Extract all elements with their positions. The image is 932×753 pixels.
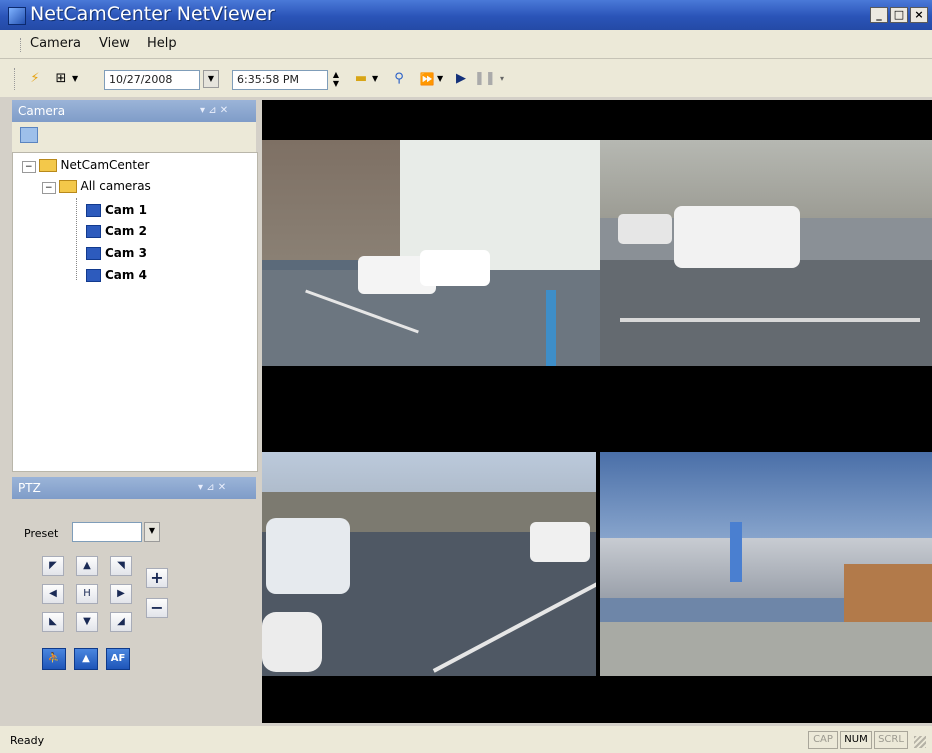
camera-panel-pin-icon[interactable]: ▾ ⊿ ✕ — [200, 105, 228, 116]
camera-panel-title: Camera — [18, 104, 66, 118]
pan-down-button[interactable]: ▼ — [76, 612, 98, 632]
time-field[interactable]: 6:35:58 PM — [232, 70, 328, 90]
date-dropdown-icon[interactable]: ▼ — [203, 70, 219, 88]
pause-icon[interactable]: ❚❚ — [474, 70, 496, 88]
calendar-icon[interactable]: ▬ — [352, 70, 370, 88]
tree-camera-item[interactable]: Cam 2 — [86, 224, 147, 238]
date-field[interactable]: 10/27/2008 — [104, 70, 200, 90]
camera-icon — [86, 269, 101, 282]
folder-icon — [38, 159, 57, 172]
layout-dropdown-icon[interactable]: ▼ — [72, 74, 78, 83]
rooftop-image — [600, 622, 932, 676]
menu-camera[interactable]: Camera — [30, 36, 81, 51]
window-title: NetCamCenter NetViewer — [30, 3, 275, 25]
zoom-in-button[interactable]: + — [146, 568, 168, 588]
maximize-button[interactable]: □ — [890, 7, 908, 23]
tree-root-item[interactable]: − NetCamCenter — [22, 158, 150, 173]
menu-grip — [20, 38, 23, 52]
minimize-button[interactable]: _ — [870, 7, 888, 23]
folder-icon — [58, 180, 77, 193]
speed-dropdown-icon[interactable]: ▼ — [437, 74, 443, 83]
zoom-icon[interactable]: ⚲ — [390, 70, 408, 88]
tree-camera-item[interactable]: Cam 1 — [86, 203, 147, 217]
lightning-icon[interactable]: ⚡ — [26, 70, 44, 88]
toolbar-overflow-icon[interactable]: ▾ — [500, 74, 504, 83]
tree-group-label: All cameras — [80, 179, 151, 193]
pan-right-button[interactable]: ▶ — [110, 584, 132, 604]
white-car-image — [530, 522, 590, 562]
tree-camera-item[interactable]: Cam 3 — [86, 246, 147, 260]
camera-panel-toolbar — [12, 122, 256, 152]
time-spinner-icon[interactable]: ▲ ▼ — [329, 70, 343, 90]
camera-view-1[interactable] — [262, 140, 600, 366]
menu-help[interactable]: Help — [147, 36, 177, 51]
pan-up-right-button[interactable]: ◥ — [110, 556, 132, 576]
menu-bar — [0, 30, 932, 59]
white-car-image — [618, 214, 672, 244]
toolbar-grip — [14, 68, 17, 90]
fast-forward-icon[interactable]: ⏩ — [418, 70, 436, 88]
ptz-panel-title: PTZ — [18, 481, 41, 495]
tower-image — [730, 522, 742, 582]
mountain-icon: ▲ — [82, 653, 90, 664]
camera-view-3[interactable] — [262, 452, 596, 676]
camera-icon — [86, 225, 101, 238]
layout-grid-icon[interactable]: ⊞ — [52, 70, 70, 88]
focus-far-button[interactable]: ▲ — [74, 648, 98, 670]
brick-building-image — [844, 564, 932, 624]
camera-icon — [86, 247, 101, 260]
road-image — [600, 260, 932, 366]
camera-view-4[interactable] — [600, 452, 932, 676]
camera-view-2[interactable] — [600, 140, 932, 366]
focus-near-button[interactable]: ⛹ — [42, 648, 66, 670]
status-text: Ready — [10, 734, 45, 747]
scrl-indicator: SCRL — [874, 731, 908, 749]
calendar-dropdown-icon[interactable]: ▼ — [372, 74, 378, 83]
num-indicator: NUM — [840, 731, 872, 749]
close-button[interactable]: × — [910, 7, 928, 23]
pan-left-button[interactable]: ◀ — [42, 584, 64, 604]
preset-dropdown-icon[interactable]: ▼ — [144, 522, 160, 542]
white-car-image — [262, 612, 322, 672]
autofocus-button[interactable]: AF — [106, 648, 130, 670]
camera-tree — [12, 152, 258, 472]
collapse-icon[interactable]: − — [22, 161, 36, 173]
pan-down-right-button[interactable]: ◢ — [110, 612, 132, 632]
play-icon[interactable]: ▶ — [452, 70, 470, 88]
video-area — [262, 100, 932, 723]
tree-root-label: NetCamCenter — [60, 158, 150, 172]
menu-view[interactable]: View — [99, 36, 130, 51]
ptz-panel-pin-icon[interactable]: ▾ ⊿ ✕ — [198, 482, 226, 493]
person-icon: ⛹ — [47, 653, 61, 664]
pan-up-button[interactable]: ▲ — [76, 556, 98, 576]
status-bar — [0, 726, 932, 753]
white-car-image — [266, 518, 350, 594]
tree-camera-item[interactable]: Cam 4 — [86, 268, 147, 282]
pan-down-left-button[interactable]: ◣ — [42, 612, 64, 632]
road-line-image — [620, 318, 920, 322]
app-icon — [8, 7, 26, 25]
tree-connector — [76, 198, 78, 280]
pole-image — [546, 290, 556, 366]
home-button[interactable]: H — [76, 584, 98, 604]
zoom-out-button[interactable]: − — [146, 598, 168, 618]
refresh-icon[interactable] — [20, 127, 38, 143]
preset-label: Preset — [24, 527, 59, 540]
camera-icon — [86, 204, 101, 217]
white-car-image — [420, 250, 490, 286]
pan-up-left-button[interactable]: ◤ — [42, 556, 64, 576]
sky-image — [600, 452, 932, 548]
caps-indicator: CAP — [808, 731, 838, 749]
tree-group-item[interactable]: − All cameras — [42, 179, 151, 194]
white-van-image — [674, 206, 800, 268]
collapse-icon[interactable]: − — [42, 182, 56, 194]
preset-select[interactable] — [72, 522, 142, 542]
resize-grip-icon[interactable] — [914, 736, 926, 748]
